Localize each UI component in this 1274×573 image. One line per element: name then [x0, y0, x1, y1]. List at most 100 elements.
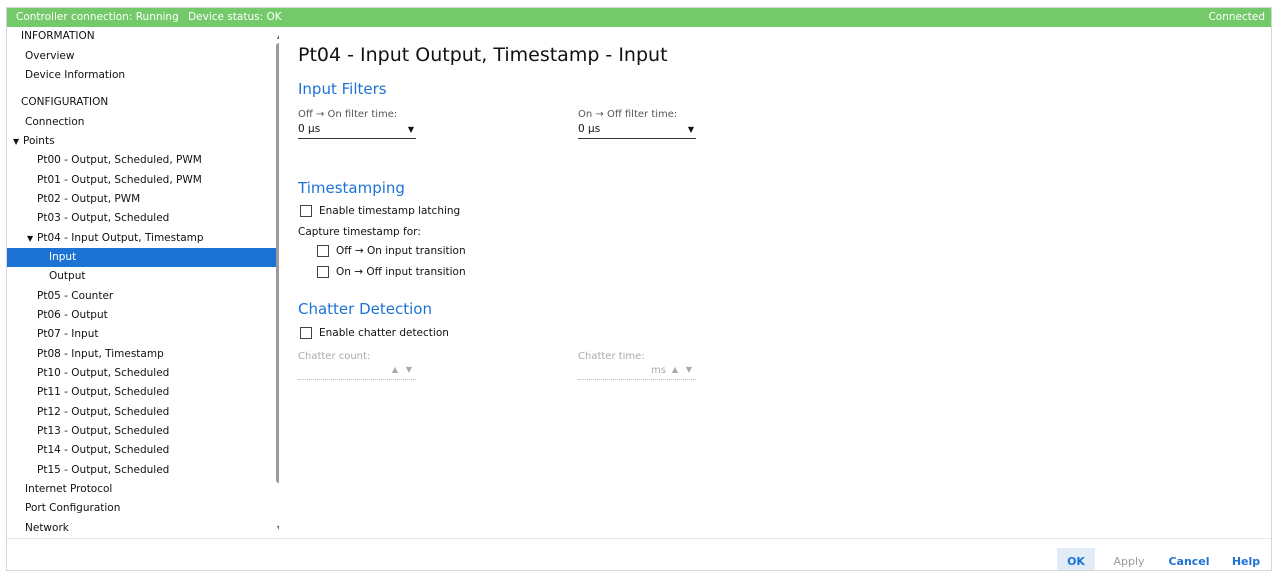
nav-label: Pt00 - Output, Scheduled, PWM	[37, 154, 202, 166]
sidebar-item-pt12[interactable]: Pt12 - Output, Scheduled	[7, 403, 279, 422]
chatter-count-spinner[interactable]: ▲ ▼	[298, 364, 416, 380]
sidebar-item-pt03[interactable]: Pt03 - Output, Scheduled	[7, 209, 279, 228]
sidebar-item-pt11[interactable]: Pt11 - Output, Scheduled	[7, 383, 279, 402]
chatter-time-unit: ms	[651, 365, 666, 376]
checkbox-box[interactable]	[300, 327, 312, 339]
page-title: Pt04 - Input Output, Timestamp - Input	[298, 44, 668, 66]
section-chatter-detection: Chatter Detection	[298, 300, 432, 318]
sidebar-item-pt04-output[interactable]: Output	[7, 267, 279, 286]
sidebar-heading-information: INFORMATION	[7, 27, 279, 46]
checkbox-label: Off → On input transition	[336, 245, 466, 257]
off-on-filter-label: Off → On filter time:	[298, 109, 398, 120]
enable-chatter-detection-checkbox[interactable]: Enable chatter detection	[300, 327, 449, 343]
nav-label: CONFIGURATION	[21, 96, 109, 108]
nav-label: INFORMATION	[21, 30, 95, 42]
nav-label: Internet Protocol	[25, 483, 113, 495]
main-panel: Pt04 - Input Output, Timestamp - Input I…	[287, 27, 1267, 538]
ok-button[interactable]: OK	[1057, 548, 1095, 570]
nav-label: Pt06 - Output	[37, 309, 108, 321]
nav-label: Output	[49, 270, 86, 282]
nav-label: Pt05 - Counter	[37, 290, 114, 302]
sidebar-item-internet-protocol[interactable]: Internet Protocol	[7, 480, 279, 499]
sidebar-item-pt15[interactable]: Pt15 - Output, Scheduled	[7, 461, 279, 480]
sidebar-item-pt05[interactable]: Pt05 - Counter	[7, 287, 279, 306]
checkbox-box[interactable]	[317, 266, 329, 278]
chevron-down-icon: ▼	[687, 125, 694, 134]
sidebar-item-pt04-input[interactable]: Input	[7, 248, 279, 267]
caret-down-icon[interactable]: ▼	[13, 132, 23, 151]
checkbox-box[interactable]	[317, 245, 329, 257]
nav-label: Connection	[25, 116, 85, 128]
nav-label: Pt15 - Output, Scheduled	[37, 464, 170, 476]
off-on-filter-value: 0 µs	[298, 123, 321, 135]
section-input-filters: Input Filters	[298, 80, 387, 98]
nav-label: Pt11 - Output, Scheduled	[37, 386, 170, 398]
caret-down-icon[interactable]: ▼	[27, 229, 37, 248]
sidebar-item-points[interactable]: ▼ Points	[7, 132, 279, 151]
off-on-transition-checkbox[interactable]: Off → On input transition	[317, 245, 466, 261]
scroll-up-icon[interactable]: ▲	[275, 31, 279, 41]
nav-label: Network	[25, 522, 69, 534]
sidebar-item-port-configuration[interactable]: Port Configuration	[7, 499, 279, 518]
capture-timestamp-label: Capture timestamp for:	[298, 226, 421, 238]
chatter-count-label: Chatter count:	[298, 351, 371, 362]
sidebar-heading-configuration: CONFIGURATION	[7, 93, 279, 112]
off-on-filter-dropdown[interactable]: 0 µs ▼	[298, 123, 416, 139]
nav-label: Device Information	[25, 69, 126, 81]
sidebar-item-overview[interactable]: Overview	[7, 47, 279, 66]
nav-label: Pt03 - Output, Scheduled	[37, 212, 170, 224]
scroll-down-icon[interactable]: ▼	[275, 524, 279, 534]
nav-label: Pt04 - Input Output, Timestamp	[37, 232, 204, 244]
nav-label: Pt01 - Output, Scheduled, PWM	[37, 174, 202, 186]
cancel-button[interactable]: Cancel	[1165, 548, 1213, 570]
checkbox-label: On → Off input transition	[336, 266, 466, 278]
sidebar-item-pt14[interactable]: Pt14 - Output, Scheduled	[7, 441, 279, 460]
on-off-filter-dropdown[interactable]: 0 µs ▼	[578, 123, 696, 139]
sidebar-item-network[interactable]: Network	[7, 519, 279, 538]
sidebar-item-pt13[interactable]: Pt13 - Output, Scheduled	[7, 422, 279, 441]
spin-up-icon[interactable]: ▲	[392, 365, 398, 374]
nav-label: Pt14 - Output, Scheduled	[37, 444, 170, 456]
sidebar-item-pt06[interactable]: Pt06 - Output	[7, 306, 279, 325]
chatter-time-spinner[interactable]: ms ▲ ▼	[578, 364, 696, 380]
sidebar-scrollbar-thumb[interactable]	[276, 43, 279, 483]
on-off-filter-value: 0 µs	[578, 123, 601, 135]
sidebar-item-pt00[interactable]: Pt00 - Output, Scheduled, PWM	[7, 151, 279, 170]
apply-button[interactable]: Apply	[1107, 548, 1151, 570]
sidebar-item-device-information[interactable]: Device Information	[7, 66, 279, 85]
on-off-transition-checkbox[interactable]: On → Off input transition	[317, 266, 466, 282]
chevron-down-icon: ▼	[407, 125, 414, 134]
status-left: Controller connection: Running Device st…	[16, 11, 282, 23]
spin-up-icon[interactable]: ▲	[672, 365, 678, 374]
sidebar-item-pt07[interactable]: Pt07 - Input	[7, 325, 279, 344]
checkbox-box[interactable]	[300, 205, 312, 217]
nav-label: Port Configuration	[25, 502, 121, 514]
section-timestamping: Timestamping	[298, 179, 405, 197]
nav-label: Input	[49, 251, 77, 263]
device-status: Device status: OK	[188, 11, 282, 23]
nav-label: Pt12 - Output, Scheduled	[37, 406, 170, 418]
nav-label: Pt07 - Input	[37, 328, 99, 340]
help-button[interactable]: Help	[1229, 548, 1263, 570]
app-window: Controller connection: Running Device st…	[6, 7, 1272, 571]
sidebar-item-pt01[interactable]: Pt01 - Output, Scheduled, PWM	[7, 171, 279, 190]
spin-down-icon[interactable]: ▼	[406, 365, 412, 374]
sidebar-nav: INFORMATION Overview Device Information …	[7, 27, 279, 538]
sidebar-item-pt08[interactable]: Pt08 - Input, Timestamp	[7, 345, 279, 364]
chatter-time-label: Chatter time:	[578, 351, 645, 362]
sidebar-item-pt04[interactable]: ▼ Pt04 - Input Output, Timestamp	[7, 229, 279, 248]
enable-timestamp-latching-checkbox[interactable]: Enable timestamp latching	[300, 205, 460, 221]
nav-label: Pt08 - Input, Timestamp	[37, 348, 164, 360]
spin-down-icon[interactable]: ▼	[686, 365, 692, 374]
sidebar-item-pt02[interactable]: Pt02 - Output, PWM	[7, 190, 279, 209]
connection-state: Connected	[1208, 11, 1265, 23]
nav-label: Points	[23, 135, 55, 147]
checkbox-label: Enable chatter detection	[319, 327, 449, 339]
nav-label: Pt13 - Output, Scheduled	[37, 425, 170, 437]
sidebar-item-connection[interactable]: Connection	[7, 113, 279, 132]
nav-label: Pt02 - Output, PWM	[37, 193, 141, 205]
nav-label: Overview	[25, 50, 75, 62]
sidebar-item-pt10[interactable]: Pt10 - Output, Scheduled	[7, 364, 279, 383]
on-off-filter-label: On → Off filter time:	[578, 109, 678, 120]
nav-label: Pt10 - Output, Scheduled	[37, 367, 170, 379]
